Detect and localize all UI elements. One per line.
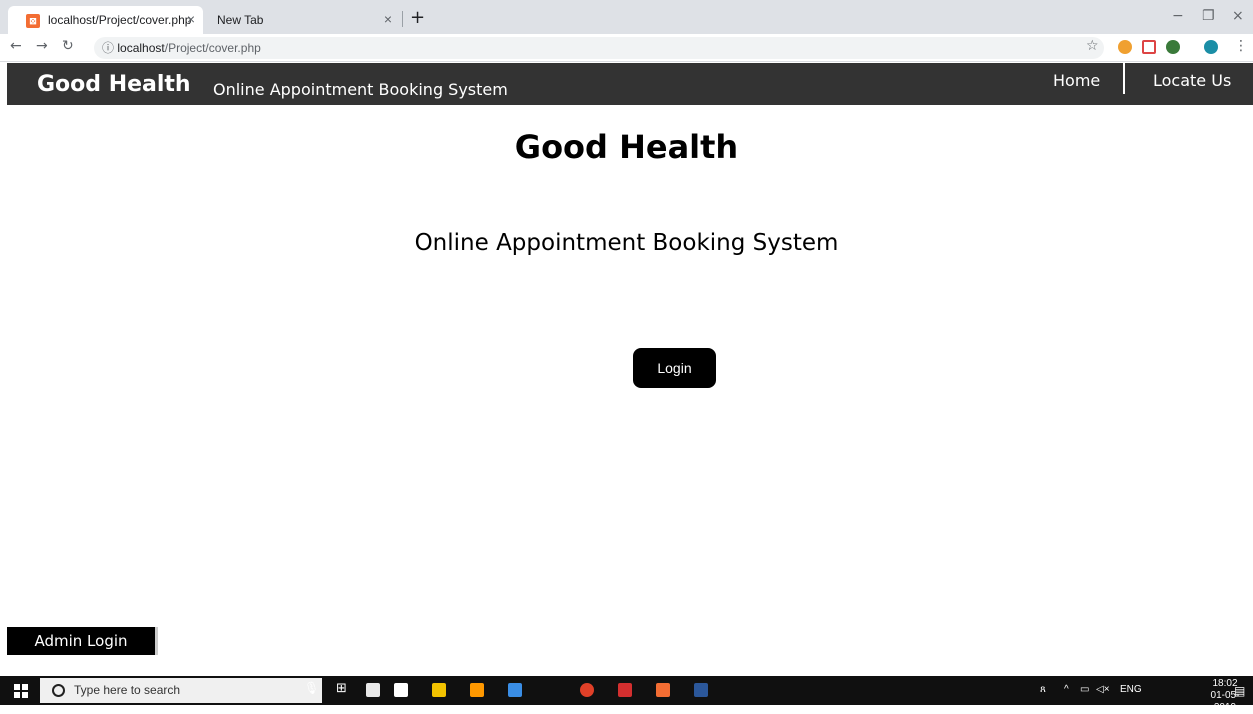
admin-login-button[interactable]: Admin Login	[7, 627, 155, 655]
notification-center-icon[interactable]: ▤	[1234, 684, 1245, 698]
tab-separator	[402, 11, 403, 27]
windows-start-icon[interactable]	[14, 684, 28, 698]
nav-home-link[interactable]: Home	[1053, 71, 1100, 90]
browser-toolbar: ← → ↻ ⓘ localhost/Project/cover.php ☆ ⋮	[0, 34, 1253, 62]
forward-icon[interactable]: →	[36, 38, 48, 54]
login-button[interactable]: Login	[633, 348, 716, 388]
tab-new[interactable]: New Tab ×	[205, 6, 400, 34]
battery-icon[interactable]: ▭	[1080, 684, 1089, 695]
store-icon[interactable]	[366, 683, 380, 697]
new-tab-icon[interactable]: +	[410, 7, 425, 28]
language-indicator[interactable]: ENG	[1120, 684, 1142, 695]
volume-icon[interactable]: ◁×	[1096, 684, 1110, 695]
people-icon[interactable]: ጸ	[1040, 684, 1046, 695]
file-explorer-icon[interactable]	[508, 683, 522, 697]
taskbar-search-box[interactable]: Type here to search	[40, 678, 322, 703]
menu-icon[interactable]: ⋮	[1234, 38, 1248, 54]
page-title: Good Health	[514, 128, 739, 166]
sticky-notes-icon[interactable]	[432, 683, 446, 697]
url-path: /Project/cover.php	[164, 41, 261, 55]
address-bar[interactable]: ⓘ localhost/Project/cover.php	[94, 37, 1104, 59]
pocket-icon[interactable]	[1142, 40, 1156, 54]
tray-chevron-icon[interactable]: ^	[1064, 684, 1069, 695]
site-header: Good Health Online Appointment Booking S…	[7, 63, 1253, 105]
word-icon[interactable]	[694, 683, 708, 697]
xampp-icon[interactable]	[656, 683, 670, 697]
chrome-icon[interactable]	[580, 683, 594, 697]
search-placeholder: Type here to search	[74, 683, 181, 697]
admin-button-edge	[155, 627, 158, 655]
nav-locate-us-link[interactable]: Locate Us	[1153, 71, 1231, 90]
brand-subtitle: Online Appointment Booking System	[213, 80, 508, 99]
extension-icon[interactable]	[1118, 40, 1132, 54]
browser-tabstrip: ⊠ localhost/Project/cover.php × New Tab …	[0, 0, 1253, 34]
url-host: localhost	[117, 41, 165, 55]
maximize-icon[interactable]: ❐	[1202, 8, 1215, 24]
extension-icon[interactable]	[1166, 40, 1180, 54]
page-subtitle: Online Appointment Booking System	[414, 230, 839, 256]
minimize-icon[interactable]: −	[1172, 8, 1184, 24]
xampp-favicon-icon: ⊠	[26, 14, 40, 28]
reload-icon[interactable]: ↻	[62, 38, 74, 54]
info-icon[interactable]: ⓘ	[102, 41, 114, 55]
close-window-icon[interactable]: ×	[1232, 8, 1244, 24]
brand-name: Good Health	[37, 72, 191, 97]
close-tab-icon[interactable]: ×	[384, 11, 392, 27]
sublime-text-icon[interactable]	[470, 683, 484, 697]
back-icon[interactable]: ←	[10, 38, 22, 54]
windows-taskbar: Type here to search 🎙 ⊞ ጸ ^ ▭ ◁× ENG 18:…	[0, 676, 1253, 713]
tab-title-new: New Tab	[217, 13, 264, 27]
profile-avatar-icon[interactable]	[1204, 40, 1218, 54]
cortana-icon	[52, 684, 65, 697]
mail-icon[interactable]	[394, 683, 408, 697]
microphone-icon[interactable]: 🎙	[304, 681, 319, 695]
close-tab-icon[interactable]: ×	[187, 11, 195, 27]
tab-active[interactable]: ⊠ localhost/Project/cover.php ×	[8, 6, 203, 34]
task-view-icon[interactable]: ⊞	[336, 681, 347, 696]
bookmark-star-icon[interactable]: ☆	[1086, 38, 1099, 54]
tab-title: localhost/Project/cover.php	[48, 13, 192, 27]
nav-divider	[1123, 63, 1125, 94]
acrobat-icon[interactable]	[618, 683, 632, 697]
